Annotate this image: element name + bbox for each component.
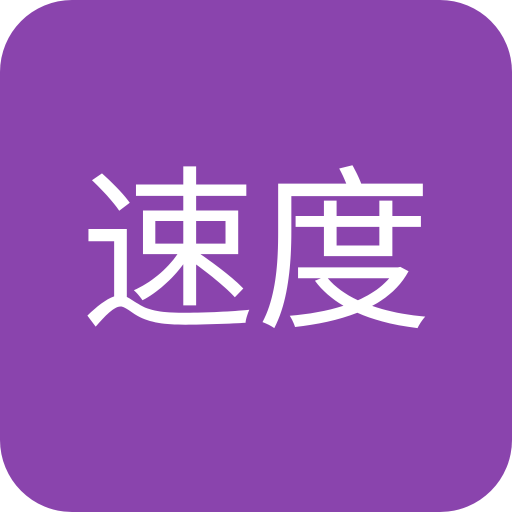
app-icon[interactable]: 速度 xyxy=(0,0,512,512)
icon-label: 速度 xyxy=(79,151,432,356)
